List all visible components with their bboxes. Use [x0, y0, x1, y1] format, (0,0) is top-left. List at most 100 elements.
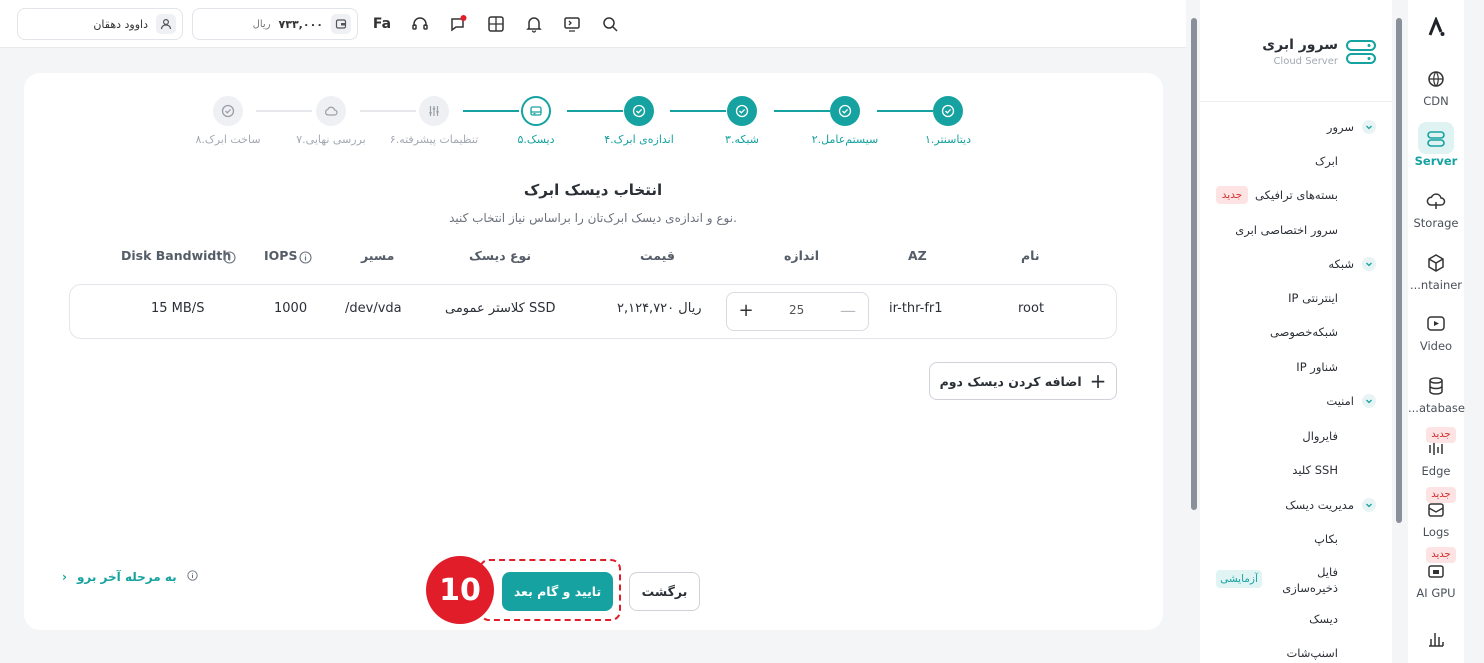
rail-item-video[interactable]: Video [1408, 313, 1464, 353]
sidebar-section-network[interactable]: شبکه [1328, 257, 1354, 271]
apps-grid-icon[interactable] [486, 14, 506, 34]
step-2-circle[interactable] [830, 96, 860, 126]
sidebar-item-private-network[interactable]: شبکه‌خصوصی [1270, 325, 1338, 339]
sidebar-divider [1200, 101, 1392, 102]
col-name: نام [1021, 248, 1040, 263]
check-circle-icon [838, 104, 852, 118]
cloud-icon [325, 106, 338, 116]
user-name: داوود دهقان [93, 17, 148, 31]
sidebar-item-snapshot[interactable]: اسنپ‌شات [1286, 646, 1338, 660]
rail-item-reports[interactable] [1408, 628, 1464, 654]
chevron-down-icon[interactable] [1362, 257, 1376, 271]
language-toggle[interactable]: Fa [372, 14, 392, 34]
disk-path: /dev/vda [345, 301, 402, 316]
step-5-circle[interactable] [521, 96, 551, 126]
sidebar-item-firewall[interactable]: فایروال [1302, 429, 1338, 443]
main-scrollbar[interactable] [1190, 0, 1198, 663]
col-path: مسیر [361, 248, 395, 263]
step-1-circle[interactable] [933, 96, 963, 126]
col-price: قیمت [640, 248, 675, 263]
wallet-balance[interactable]: ریال ۷۳۳,۰۰۰ [192, 8, 358, 40]
sidebar-item-floating-ip[interactable]: IP شناور [1296, 360, 1338, 374]
rail-label-database: ...atabase [1408, 401, 1465, 415]
console-icon[interactable] [562, 14, 582, 34]
info-icon[interactable] [299, 249, 312, 268]
sidebar-scrollbar-thumb[interactable] [1396, 18, 1402, 523]
new-badge: جدید [1426, 427, 1456, 443]
bar-chart-icon [1425, 628, 1447, 650]
step-5-label: ۵.دیسک [517, 133, 555, 146]
chevron-left-icon: › [62, 570, 67, 584]
server-product-icon [1345, 38, 1377, 70]
rail-item-storage[interactable]: Storage [1408, 190, 1464, 230]
step-connector [463, 110, 519, 112]
step-3-circle[interactable] [727, 96, 757, 126]
add-second-disk-button[interactable]: اضافه کردن دیسک دوم + [929, 362, 1117, 400]
chevron-down-icon[interactable] [1362, 498, 1376, 512]
video-icon [1425, 313, 1447, 335]
rail-item-ai-gpu[interactable]: AI GPU [1408, 560, 1464, 600]
rail-label-storage: Storage [1413, 216, 1459, 230]
back-button[interactable]: برگشت [629, 572, 700, 611]
increase-size-button[interactable]: + [737, 301, 755, 321]
chevron-down-icon[interactable] [1362, 394, 1376, 408]
disk-iops: 1000 [274, 301, 308, 316]
rail-item-database[interactable]: ...atabase [1408, 375, 1465, 415]
check-circle-icon [735, 104, 749, 118]
sidebar-item-file-storage[interactable]: فایل ذخیره‌سازی [1278, 564, 1338, 596]
rail-item-server[interactable]: Server [1408, 128, 1464, 168]
messages-icon[interactable] [448, 14, 468, 34]
step-connector [774, 110, 830, 112]
rail-item-container[interactable]: ...ntainer [1408, 252, 1464, 292]
add-disk-label: اضافه کردن دیسک دوم [939, 373, 1082, 389]
sidebar-item-abrak[interactable]: ابرک [1315, 154, 1338, 168]
plus-icon: + [1089, 369, 1107, 393]
main-scrollbar-thumb[interactable] [1191, 18, 1197, 510]
sidebar-section-security[interactable]: امنیت [1326, 394, 1354, 408]
new-badge: جدید [1426, 487, 1456, 503]
sidebar-item-dedicated-cloud-server[interactable]: سرور اختصاصی ابری [1235, 223, 1338, 237]
step-connector [567, 110, 623, 112]
sidebar-section-server[interactable]: سرور [1327, 120, 1354, 134]
sidebar-item-public-ip[interactable]: IP اینترنتی [1288, 291, 1338, 305]
step-4-circle[interactable] [624, 96, 654, 126]
rail-item-edge[interactable]: Edge [1408, 438, 1464, 478]
chevron-down-icon[interactable] [1362, 120, 1376, 134]
decrease-size-button[interactable]: — [839, 301, 857, 321]
size-input[interactable]: 25 [789, 303, 804, 317]
sliders-icon [429, 106, 439, 116]
sidebar-item-disk[interactable]: دیسک [1309, 612, 1338, 626]
sidebar-item-ssh-key[interactable]: کلید SSH [1292, 463, 1338, 477]
step-1-label: ۱.دیتاسنتر [925, 133, 971, 146]
support-headset-icon[interactable] [410, 14, 430, 34]
page-subtitle: نوع و اندازه‌ی دیسک ابرک‌تان را براساس ن… [449, 211, 737, 225]
brand-logo[interactable] [1424, 16, 1448, 39]
wallet-icon [331, 14, 351, 34]
step-4-label: ۴.اندازه‌ی ابرک [604, 133, 674, 146]
rail-item-cdn[interactable]: CDN [1408, 68, 1464, 108]
user-menu[interactable]: داوود دهقان [17, 8, 183, 40]
notifications-bell-icon[interactable] [524, 14, 544, 34]
step-8-label: ۸.ساخت ابرک [195, 133, 261, 146]
step-connector [256, 110, 312, 112]
wizard-card [24, 73, 1163, 630]
rail-label-container: ...ntainer [1409, 278, 1463, 292]
step-6-circle[interactable] [419, 96, 449, 126]
search-icon[interactable] [600, 14, 620, 34]
disk-az: ir-thr-fr1 [889, 301, 943, 316]
sidebar-item-traffic-packages[interactable]: بسته‌های ترافیکی [1255, 188, 1338, 202]
skip-to-last-step-link[interactable]: › به مرحله آخر برو [62, 568, 202, 586]
beta-badge: آزمایشی [1216, 570, 1262, 588]
step-8-circle[interactable] [213, 96, 243, 126]
step-connector [877, 110, 933, 112]
step-connector [670, 110, 726, 112]
sidebar-scrollbar[interactable] [1395, 0, 1403, 663]
confirm-next-button[interactable]: تایید و گام بعد [502, 572, 613, 611]
info-icon[interactable] [223, 249, 236, 268]
sidebar-section-disk-management[interactable]: مدیریت دیسک [1285, 498, 1354, 512]
sidebar-item-backup[interactable]: بکاپ [1314, 532, 1338, 546]
check-circle-icon [221, 104, 235, 118]
rail-item-logs[interactable]: Logs [1408, 499, 1464, 539]
check-circle-icon [941, 104, 955, 118]
step-7-circle[interactable] [316, 96, 346, 126]
